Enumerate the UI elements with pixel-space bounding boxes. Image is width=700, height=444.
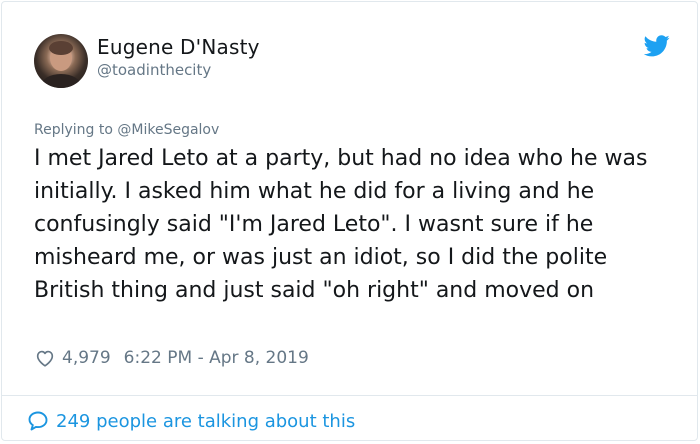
user-handle[interactable]: @toadinthecity [97, 61, 211, 79]
tweet-meta: 4,979 6:22 PM - Apr 8, 2019 [34, 345, 309, 371]
twitter-bird-icon[interactable] [643, 35, 670, 57]
conversation-label[interactable]: 249 people are talking about this [56, 411, 355, 432]
tweet-card: Eugene D'Nasty @toadinthecity Replying t… [1, 1, 698, 441]
tweet-text: I met Jared Leto at a party, but had no … [34, 146, 648, 303]
replying-to[interactable]: Replying to @MikeSegalov [34, 122, 219, 138]
avatar[interactable] [34, 34, 88, 88]
timestamp[interactable]: 6:22 PM - Apr 8, 2019 [124, 348, 309, 368]
conversation-link[interactable]: 249 people are talking about this [26, 407, 355, 435]
like-count[interactable]: 4,979 [62, 348, 111, 368]
display-name[interactable]: Eugene D'Nasty [97, 35, 260, 59]
speech-bubble-icon [26, 409, 50, 433]
heart-icon[interactable] [34, 347, 56, 369]
divider [2, 395, 697, 396]
